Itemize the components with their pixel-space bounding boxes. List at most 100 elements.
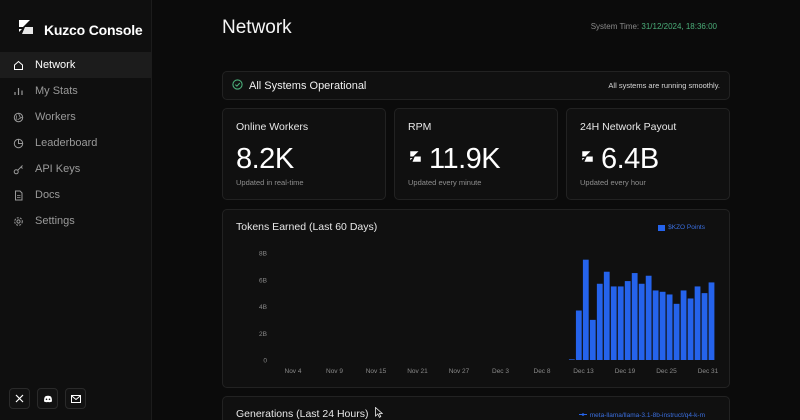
chart-bar: [708, 282, 715, 360]
x-tick-label: Nov 21: [407, 368, 428, 375]
x-tick-label: Nov 27: [449, 368, 470, 375]
tokens-earned-chart: 0 2B 4B 6B 8B Nov 4 Nov 9 Nov 15 Nov 21 Nov 27 Dec…: [259, 251, 719, 376]
sidebar: Kuzco Console Network My Stats Workers L…: [0, 0, 152, 420]
chart-bar: [568, 359, 575, 360]
stat-value: 11.9K: [429, 142, 501, 175]
x-link-button[interactable]: [9, 388, 30, 409]
chart-bar: [701, 293, 708, 360]
x-tick-label: Dec 25: [656, 368, 677, 375]
tokens-earned-chart-card: 0 2B 4B 6B 8B Nov 4 Nov 9 Nov 15 Nov 21 Nov 27 Dec…: [222, 209, 730, 388]
legend-label: $KZO Points: [668, 224, 705, 231]
chart-bar: [617, 286, 624, 360]
stat-card-online-workers: Online Workers 8.2K Updated in real-time: [222, 108, 386, 200]
chart-bar: [631, 273, 638, 360]
bar-chart-icon: [13, 86, 24, 97]
sidebar-item-label: Workers: [35, 111, 76, 123]
sidebar-item-network[interactable]: Network: [0, 52, 152, 78]
discord-icon: [43, 390, 53, 408]
y-tick-label: 4B: [259, 304, 267, 311]
sidebar-item-label: Settings: [35, 215, 75, 227]
x-tick-label: Dec 3: [492, 368, 509, 375]
stat-subtext: Updated every minute: [408, 178, 482, 187]
kuzco-logo-icon: [408, 149, 423, 169]
document-icon: [13, 190, 24, 201]
page-title: Network: [222, 17, 292, 38]
brand[interactable]: Kuzco Console: [16, 17, 143, 42]
x-tick-label: Nov 15: [366, 368, 387, 375]
sidebar-item-leaderboard[interactable]: Leaderboard: [0, 130, 152, 156]
sidebar-item-label: My Stats: [35, 85, 78, 97]
chart-bar: [589, 319, 596, 360]
mail-icon: [70, 390, 81, 408]
system-time: System Time: 31/12/2024, 18:36:00: [591, 22, 717, 31]
stat-subtext: Updated every hour: [580, 178, 646, 187]
y-tick-label: 0: [263, 358, 267, 365]
mouse-cursor: [375, 405, 384, 420]
social-links: [9, 388, 86, 409]
sidebar-item-my-stats[interactable]: My Stats: [0, 78, 152, 104]
chart-bar: [624, 281, 631, 360]
stat-label: RPM: [408, 121, 432, 133]
kuzco-logo-icon: [580, 149, 595, 169]
sidebar-nav: Network My Stats Workers Leaderboard API…: [0, 52, 152, 234]
generations-card: Generations (Last 24 Hours) meta-llama/l…: [222, 396, 730, 420]
chart-bar: [680, 290, 687, 360]
x-tick-label: Dec 31: [698, 368, 719, 375]
pie-chart-icon: [13, 138, 24, 149]
chart-bar: [645, 275, 652, 360]
discord-link-button[interactable]: [37, 388, 58, 409]
x-tick-label: Dec 13: [573, 368, 594, 375]
chart-bar: [610, 286, 617, 360]
stat-label: Online Workers: [236, 121, 309, 133]
status-banner: All Systems Operational All systems are …: [222, 71, 730, 100]
brand-name: Kuzco Console: [44, 21, 143, 38]
chart-bar: [659, 291, 666, 360]
status-title: All Systems Operational: [249, 79, 367, 92]
stat-value: 6.4B: [601, 142, 659, 175]
chart-legend[interactable]: $KZO Points: [658, 224, 705, 231]
sidebar-item-label: Leaderboard: [35, 137, 98, 149]
sidebar-item-api-keys[interactable]: API Keys: [0, 156, 152, 182]
x-icon: [15, 390, 24, 408]
line-marker-icon: [578, 412, 587, 419]
main-content: Network System Time: 31/12/2024, 18:36:0…: [152, 0, 800, 420]
chart-bar: [673, 303, 680, 360]
chart-bar: [603, 271, 610, 360]
sidebar-item-workers[interactable]: Workers: [0, 104, 152, 130]
y-tick-label: 8B: [259, 251, 267, 258]
stat-card-rpm: RPM 11.9K Updated every minute: [394, 108, 558, 200]
legend-swatch: [658, 224, 666, 231]
chart-bar: [582, 259, 589, 360]
generations-model-label: meta-llama/llama-3.1-8b-instruct/q4-k-m: [589, 412, 705, 419]
chart-bar: [694, 286, 701, 360]
stat-subtext: Updated in real-time: [236, 178, 304, 187]
sidebar-item-label: API Keys: [35, 163, 81, 175]
x-tick-label: Dec 19: [615, 368, 636, 375]
generations-title: Generations (Last 24 Hours): [236, 408, 369, 420]
sidebar-item-docs[interactable]: Docs: [0, 182, 152, 208]
y-tick-label: 2B: [259, 331, 267, 338]
chart-title: Tokens Earned (Last 60 Days): [236, 221, 378, 233]
kuzco-logo-icon: [16, 17, 36, 42]
sidebar-item-label: Network: [35, 59, 76, 71]
sidebar-item-settings[interactable]: Settings: [0, 208, 152, 234]
sidebar-item-label: Docs: [35, 189, 61, 201]
check-circle-icon: [232, 78, 243, 93]
x-tick-label: Dec 8: [534, 368, 551, 375]
mail-link-button[interactable]: [65, 388, 86, 409]
status-message: All systems are running smoothly.: [608, 81, 720, 90]
chart-bar: [666, 294, 673, 360]
system-time-value: 31/12/2024, 18:36:00: [641, 22, 717, 31]
generations-model-legend[interactable]: meta-llama/llama-3.1-8b-instruct/q4-k-m: [578, 412, 705, 419]
gear-icon: [13, 216, 24, 227]
aperture-icon: [13, 112, 24, 123]
y-tick-label: 6B: [259, 277, 267, 284]
chart-bar: [596, 283, 603, 360]
x-tick-label: Nov 4: [285, 368, 302, 375]
key-icon: [13, 164, 24, 175]
stat-card-network-payout: 24H Network Payout 6.4B Updated every ho…: [566, 108, 730, 200]
chart-bar: [575, 310, 582, 360]
x-tick-label: Nov 9: [326, 368, 343, 375]
home-icon: [13, 60, 24, 71]
chart-bar: [687, 298, 694, 360]
